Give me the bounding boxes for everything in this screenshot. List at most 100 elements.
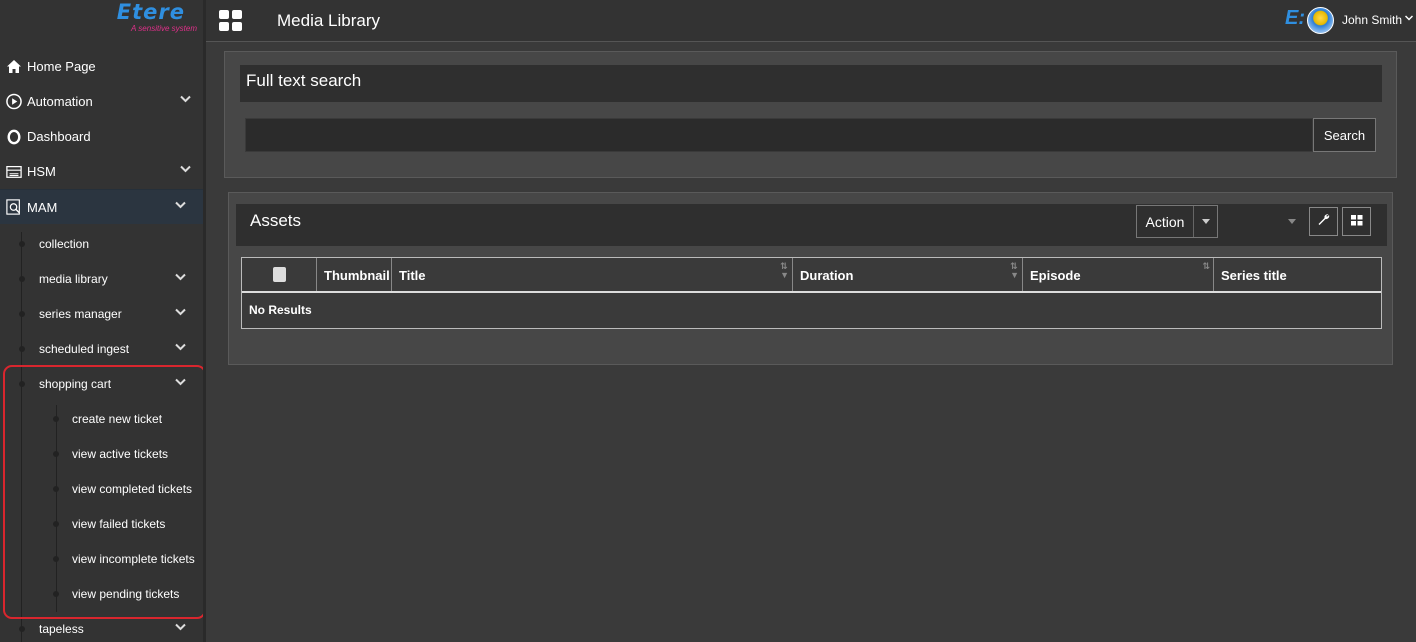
sort-filter-icon[interactable]: ⇅ ▼ bbox=[780, 262, 789, 280]
wrench-button[interactable] bbox=[1309, 207, 1338, 236]
table-header: Thumbnail Title ⇅ ▼ Duration ⇅ ▼ Episode ⇅… bbox=[242, 258, 1381, 293]
circle-icon bbox=[6, 129, 22, 145]
sidebar-item-label: shopping cart bbox=[39, 376, 112, 391]
play-circle-icon bbox=[6, 93, 22, 110]
etere-logo-icon: E: bbox=[1285, 7, 1305, 29]
tree-dot bbox=[53, 416, 59, 422]
sidebar-subitem-view-active-tickets[interactable]: view active tickets bbox=[0, 436, 203, 471]
sidebar-subitem-create-new-ticket[interactable]: create new ticket bbox=[0, 401, 203, 436]
chevron-down-icon bbox=[175, 342, 186, 354]
assets-panel-title: Assets bbox=[250, 211, 302, 230]
sort-icon[interactable]: ⇅ bbox=[1202, 262, 1210, 271]
search-input[interactable] bbox=[245, 118, 1313, 152]
column-header-duration[interactable]: Duration ⇅ ▼ bbox=[793, 258, 1023, 291]
logo-tagline: A sensitive system bbox=[131, 24, 197, 33]
grid-view-button[interactable] bbox=[1342, 207, 1371, 236]
sidebar-item-label: Automation bbox=[27, 94, 93, 109]
tree-dot bbox=[19, 241, 25, 247]
sidebar-item-label: view pending tickets bbox=[72, 586, 180, 601]
column-header-label: Duration bbox=[800, 268, 854, 283]
sidebar-item-label: view completed tickets bbox=[72, 481, 193, 496]
sidebar-item-hsm[interactable]: HSM bbox=[0, 154, 203, 189]
column-header-label: Episode bbox=[1030, 268, 1081, 283]
chevron-down-icon bbox=[175, 272, 186, 284]
sidebar-item-label: view failed tickets bbox=[72, 516, 166, 531]
action-button-label[interactable]: Action bbox=[1137, 206, 1194, 237]
chevron-down-icon bbox=[175, 200, 186, 212]
chevron-down-icon[interactable] bbox=[1404, 13, 1414, 24]
column-header-title[interactable]: Title ⇅ ▼ bbox=[392, 258, 793, 291]
sidebar-subitem-series-manager[interactable]: series manager bbox=[0, 296, 203, 331]
storage-icon bbox=[6, 164, 22, 180]
avatar[interactable] bbox=[1307, 7, 1334, 34]
tree-dot bbox=[19, 381, 25, 387]
page-title: Media Library bbox=[277, 11, 380, 30]
search-panel-header: Full text search bbox=[240, 65, 1382, 102]
sidebar-subitem-media-library[interactable]: media library bbox=[0, 261, 203, 296]
chevron-down-icon bbox=[175, 377, 186, 389]
tree-dot bbox=[53, 591, 59, 597]
sidebar-item-label: series manager bbox=[39, 306, 122, 321]
sidebar-item-label: Dashboard bbox=[27, 129, 91, 144]
action-dropdown[interactable]: Action bbox=[1136, 205, 1218, 238]
column-header-episode[interactable]: Episode ⇅ bbox=[1023, 258, 1214, 291]
column-header-label: Title bbox=[399, 268, 426, 283]
sidebar-item-label: Home Page bbox=[27, 59, 96, 74]
tree-dot bbox=[19, 626, 25, 632]
sidebar-subitem-view-incomplete-tickets[interactable]: view incomplete tickets bbox=[0, 541, 203, 576]
sidebar-subitem-view-pending-tickets[interactable]: view pending tickets bbox=[0, 576, 203, 611]
search-panel: Full text search Search bbox=[224, 51, 1397, 178]
sidebar-item-label: view incomplete tickets bbox=[72, 551, 195, 566]
search-doc-icon bbox=[6, 199, 22, 215]
sidebar-subitem-collection[interactable]: collection bbox=[0, 226, 203, 261]
table-row-empty: No Results bbox=[242, 293, 1381, 328]
sidebar-item-label: media library bbox=[39, 271, 108, 286]
logo-text: Etere bbox=[116, 0, 185, 24]
sidebar-item-label: HSM bbox=[27, 164, 56, 179]
chevron-down-icon bbox=[180, 164, 191, 176]
select-all-cell[interactable] bbox=[242, 258, 317, 291]
app: Etere A sensitive system Home Page Autom… bbox=[0, 0, 1416, 642]
sidebar-item-label: tapeless bbox=[39, 621, 84, 636]
wrench-icon bbox=[1317, 213, 1330, 231]
select-all-checkbox[interactable] bbox=[272, 267, 286, 282]
top-bar: Media Library E: John Smith bbox=[206, 0, 1416, 42]
tree-dot bbox=[53, 521, 59, 527]
caret-down-icon[interactable] bbox=[1194, 206, 1217, 237]
assets-panel-header: Assets Action bbox=[236, 204, 1387, 246]
tree-dot bbox=[53, 451, 59, 457]
user-name[interactable]: John Smith bbox=[1342, 13, 1402, 27]
tree-dot bbox=[19, 346, 25, 352]
assets-table: Thumbnail Title ⇅ ▼ Duration ⇅ ▼ Episode ⇅… bbox=[241, 257, 1382, 329]
tree-dot bbox=[53, 486, 59, 492]
sidebar-subitem-tapeless[interactable]: tapeless bbox=[0, 611, 203, 642]
sidebar-item-home-page[interactable]: Home Page bbox=[0, 49, 203, 84]
chevron-down-icon bbox=[175, 622, 186, 634]
home-icon bbox=[6, 59, 22, 75]
sidebar-subitem-scheduled-ingest[interactable]: scheduled ingest bbox=[0, 331, 203, 366]
apps-grid-icon[interactable] bbox=[219, 10, 242, 31]
sidebar-item-mam[interactable]: MAM bbox=[0, 189, 203, 224]
search-button[interactable]: Search bbox=[1313, 118, 1376, 152]
search-panel-title: Full text search bbox=[246, 71, 362, 90]
sidebar-subitem-shopping-cart[interactable]: shopping cart bbox=[0, 366, 203, 401]
sidebar-item-label: view active tickets bbox=[72, 446, 169, 461]
caret-down-icon[interactable] bbox=[1288, 216, 1296, 226]
sidebar-subitem-view-completed-tickets[interactable]: view completed tickets bbox=[0, 471, 203, 506]
assets-panel: Assets Action Thumbnail Title ⇅ ▼ Durati… bbox=[228, 192, 1393, 365]
chevron-down-icon bbox=[175, 307, 186, 319]
sort-filter-icon[interactable]: ⇅ ▼ bbox=[1010, 262, 1019, 280]
column-header-series-title[interactable]: Series title bbox=[1214, 258, 1381, 291]
tree-dot bbox=[19, 276, 25, 282]
column-header-thumbnail[interactable]: Thumbnail bbox=[317, 258, 392, 291]
logo[interactable]: Etere A sensitive system bbox=[0, 0, 203, 42]
sidebar-item-automation[interactable]: Automation bbox=[0, 84, 203, 119]
sidebar-item-label: create new ticket bbox=[72, 411, 163, 426]
grid-view-icon bbox=[1350, 213, 1363, 231]
sidebar: Etere A sensitive system Home Page Autom… bbox=[0, 0, 206, 642]
sidebar-subitem-view-failed-tickets[interactable]: view failed tickets bbox=[0, 506, 203, 541]
tree-dot bbox=[53, 556, 59, 562]
tree-dot bbox=[19, 311, 25, 317]
sidebar-item-label: scheduled ingest bbox=[39, 341, 130, 356]
sidebar-item-dashboard[interactable]: Dashboard bbox=[0, 119, 203, 154]
